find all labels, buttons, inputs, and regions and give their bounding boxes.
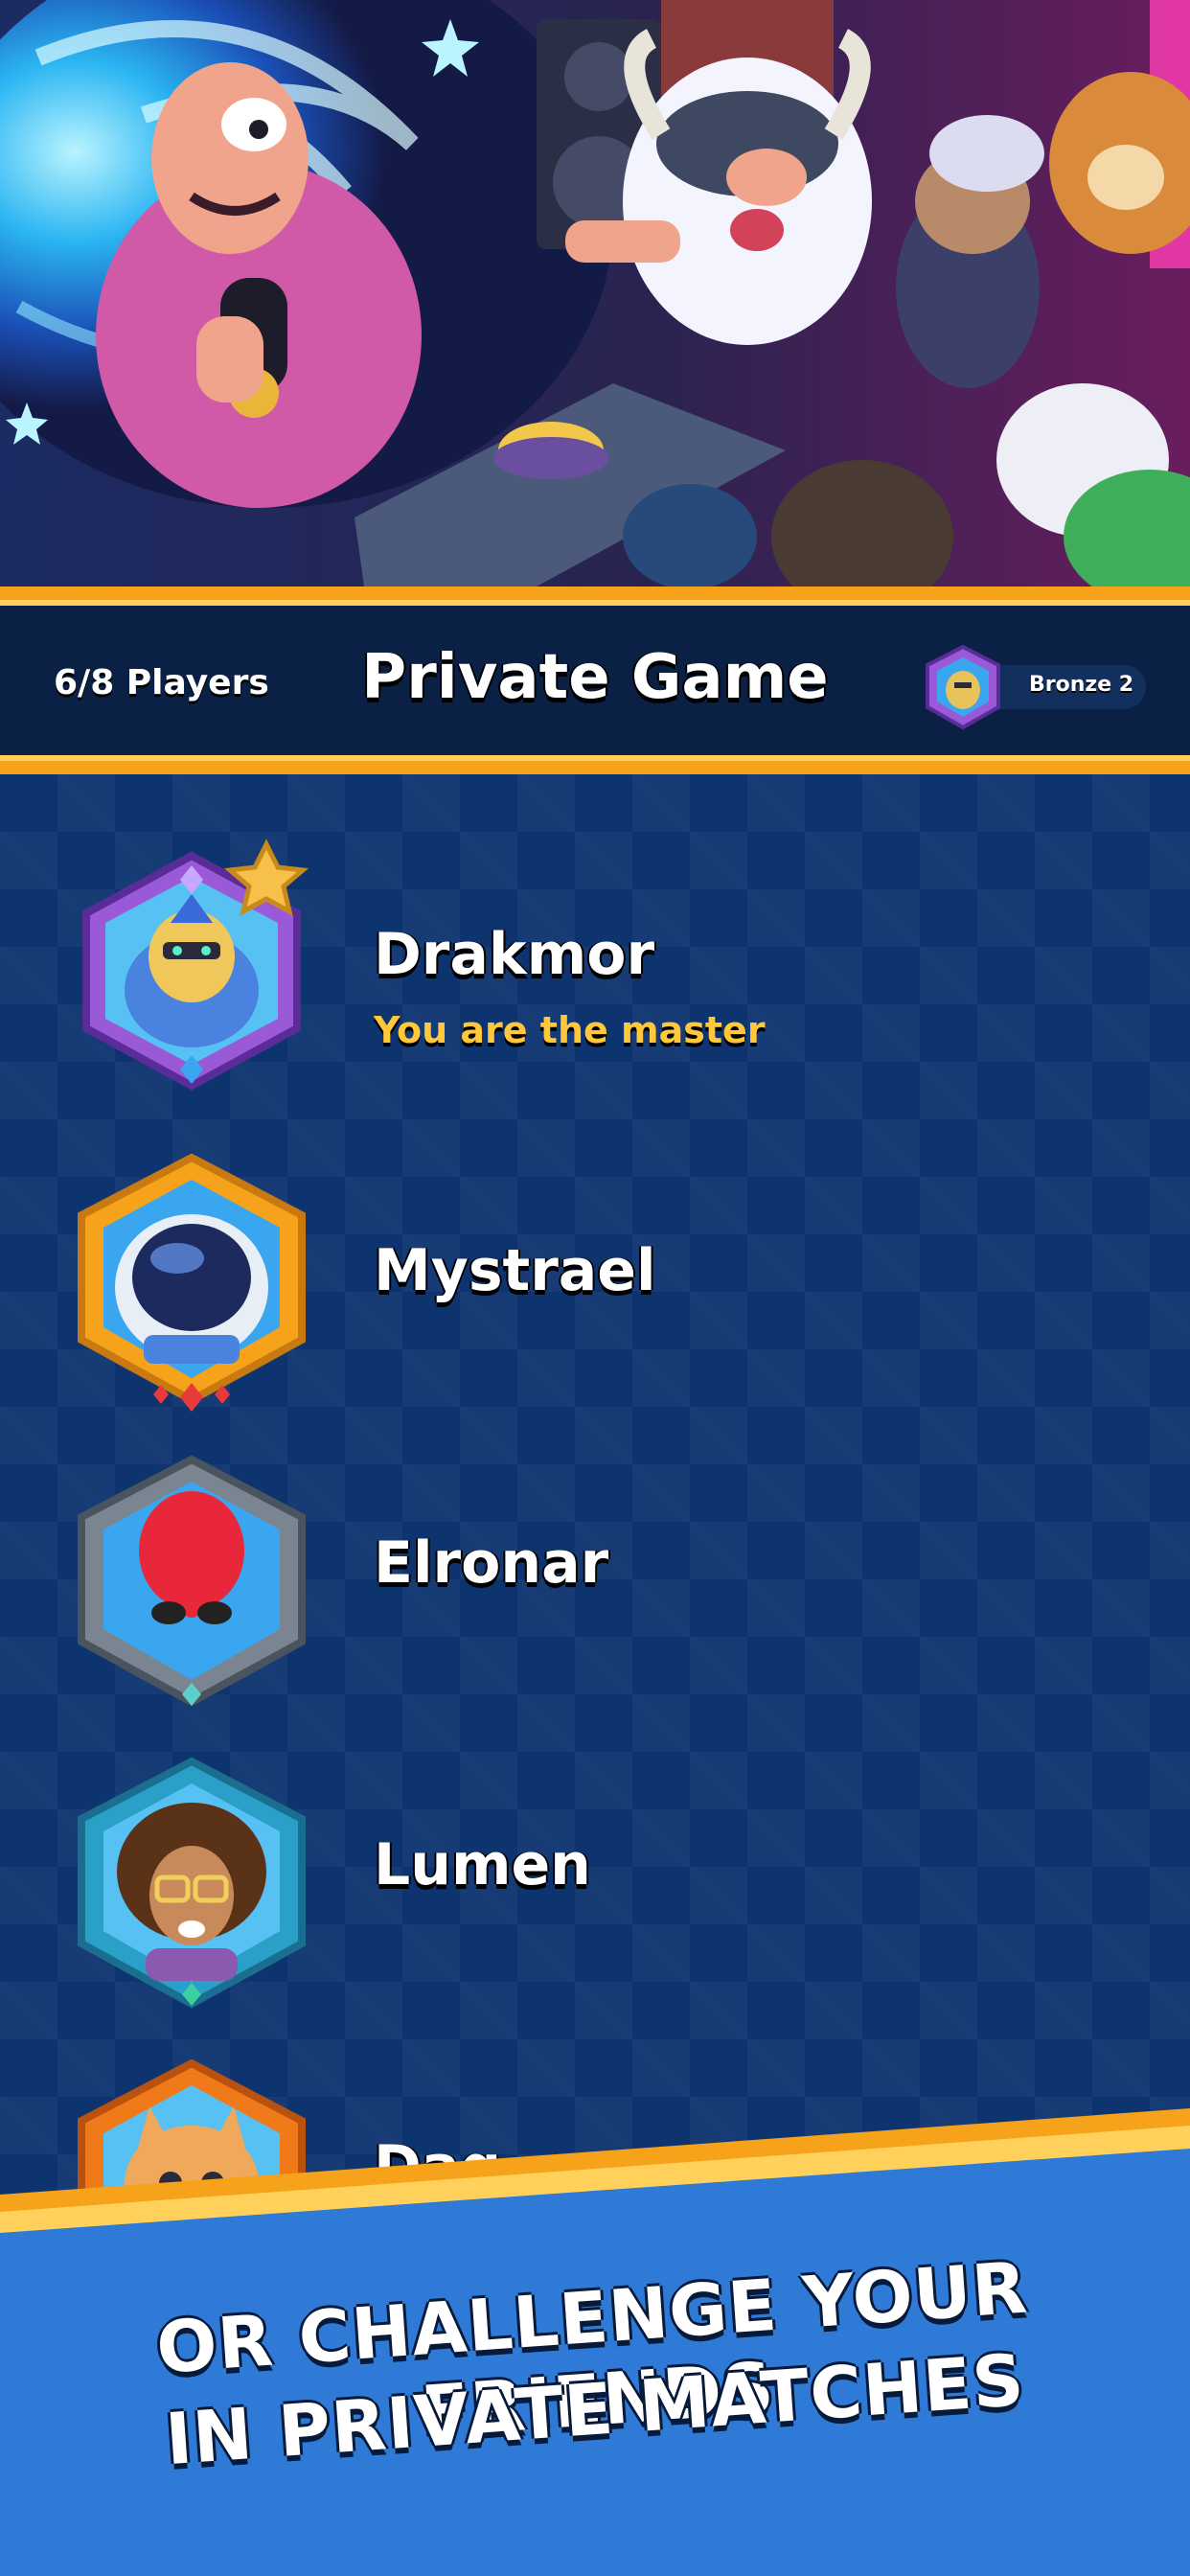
player-name: Drakmor	[374, 921, 655, 988]
player-name: Mystrael	[374, 1237, 656, 1304]
rank-label: Bronze 2	[1029, 673, 1134, 697]
party-characters-illustration	[0, 0, 1190, 586]
player-name: Lumen	[374, 1831, 591, 1898]
rank-badge[interactable]: Bronze 2	[920, 644, 1146, 730]
rank-avatar-icon	[926, 644, 1000, 730]
red-alien-avatar-icon	[78, 1455, 306, 1707]
player-row[interactable]: Mystrael	[57, 1143, 1131, 1421]
hero-illustration	[0, 0, 1190, 586]
player-row[interactable]: Drakmor You are the master	[57, 827, 1131, 1105]
lobby-header: 6/8 Players Private Game Bronze 2	[0, 586, 1190, 774]
player-name: Elronar	[374, 1530, 609, 1597]
player-row[interactable]: Elronar	[57, 1445, 1131, 1723]
master-label: You are the master	[374, 1009, 766, 1051]
astronaut-avatar-icon	[78, 1153, 306, 1412]
promo-banner: OR CHALLENGE YOUR FRIENDS IN PRIVATE MAT…	[0, 2089, 1190, 2576]
armored-knight-avatar-icon	[82, 839, 309, 1091]
player-row[interactable]: Lumen	[57, 1747, 1131, 2025]
curly-hair-person-avatar-icon	[78, 1757, 306, 2009]
players-count: 6/8 Players	[54, 663, 269, 702]
